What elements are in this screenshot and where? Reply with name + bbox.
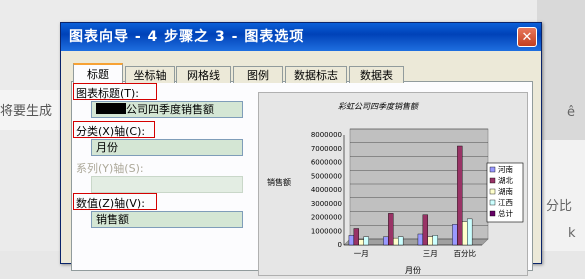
series-axis-field: [91, 176, 243, 193]
y-tick-label: 4000000: [311, 186, 342, 194]
category-axis-value: 月份: [96, 141, 118, 154]
tab-axes[interactable]: 坐标轴: [125, 66, 175, 83]
y-tick-label: 5000000: [311, 172, 342, 180]
y-axis-title: 销售额: [267, 177, 291, 187]
tab-label: 坐标轴: [133, 69, 167, 82]
bar: [348, 235, 355, 246]
bar: [432, 235, 438, 246]
value-axis-label: 数值(Z)轴(V):: [76, 197, 145, 210]
tab-titles[interactable]: 标题: [73, 63, 123, 83]
value-axis-value: 销售额: [96, 213, 129, 226]
chart-title-label: 图表标题(T):: [76, 87, 140, 100]
tab-label: 图例: [247, 69, 269, 82]
tab-label: 数据标志: [294, 69, 338, 82]
tab-data-table[interactable]: 数据表: [349, 66, 404, 83]
chart-svg: 彩虹公司四季度销售额 0 1000000 2000000 3000000 4000000 5…: [267, 102, 524, 275]
chart-title-field[interactable]: 公司四季度销售额: [91, 101, 243, 118]
legend-label: 湖北: [498, 176, 513, 185]
category-axis-label: 分类(X)轴(C):: [76, 125, 146, 138]
legend-swatch: [489, 177, 496, 184]
chart-wizard-dialog: 图表向导 - 4 步骤之 3 - 图表选项 ✕ 标题 坐标轴 网格线 图例 数据…: [60, 22, 542, 276]
background-right-top-text: ê: [567, 105, 575, 120]
bar: [422, 214, 428, 246]
series-axis-label: 系列(Y)轴(S):: [76, 162, 144, 175]
bar: [452, 224, 458, 246]
close-button[interactable]: ✕: [517, 27, 537, 47]
background-text: 将要生成: [0, 104, 53, 119]
tab-data-labels[interactable]: 数据标志: [285, 66, 347, 83]
value-axis-field[interactable]: 销售额: [91, 211, 243, 228]
y-tick-label: 1000000: [311, 227, 342, 235]
chart-title: 彩虹公司四季度销售额: [338, 102, 420, 111]
bar: [462, 221, 468, 246]
bar: [417, 233, 424, 246]
dialog-titlebar[interactable]: 图表向导 - 4 步骤之 3 - 图表选项 ✕: [61, 23, 541, 51]
legend-swatch: [489, 166, 496, 173]
bar: [427, 236, 433, 246]
x-axis-title: 月份: [405, 265, 421, 275]
x-tick-label: 三月: [423, 249, 438, 258]
x-tick-label: 一月: [354, 249, 369, 258]
tab-label: 网格线: [187, 69, 220, 82]
bar: [383, 236, 389, 246]
bar: [353, 228, 359, 246]
legend-label: 河南: [498, 164, 513, 174]
close-icon: ✕: [521, 30, 533, 45]
y-tick-label: 3000000: [311, 200, 342, 208]
tab-gridlines[interactable]: 网格线: [176, 66, 231, 83]
bar: [358, 239, 364, 246]
legend-swatch: [489, 210, 496, 217]
chart-title-value: 公司四季度销售额: [126, 103, 214, 116]
legend-label: 江西: [498, 198, 513, 207]
background-right-text: 分比: [546, 199, 573, 214]
y-tick-label: 2000000: [311, 214, 342, 222]
chart-preview: 彩虹公司四季度销售额 0 1000000 2000000 3000000 4000000 5…: [258, 92, 528, 276]
background-right-small-text: k: [568, 226, 576, 241]
bar: [388, 213, 394, 246]
x-tick-label: 百分比: [454, 248, 477, 258]
legend-swatch: [489, 188, 496, 195]
y-tick-label: 6000000: [311, 159, 342, 167]
y-tick-label: 7000000: [311, 145, 342, 153]
tab-label: 数据表: [360, 69, 393, 82]
bar: [393, 237, 399, 246]
bar: [457, 145, 463, 246]
bar: [363, 236, 369, 246]
tab-legend[interactable]: 图例: [233, 66, 283, 83]
tab-label: 标题: [87, 68, 109, 81]
bar: [467, 218, 473, 246]
legend-swatch: [489, 199, 496, 206]
dialog-title: 图表向导 - 4 步骤之 3 - 图表选项: [69, 29, 305, 45]
redaction-mark: [96, 103, 126, 114]
y-tick-label: 0: [338, 241, 342, 249]
category-axis-field[interactable]: 月份: [91, 139, 243, 156]
bar: [398, 236, 404, 246]
y-tick-label: 8000000: [311, 131, 342, 139]
legend-label: 湖南: [498, 186, 513, 196]
legend-label: 总计: [498, 208, 513, 218]
